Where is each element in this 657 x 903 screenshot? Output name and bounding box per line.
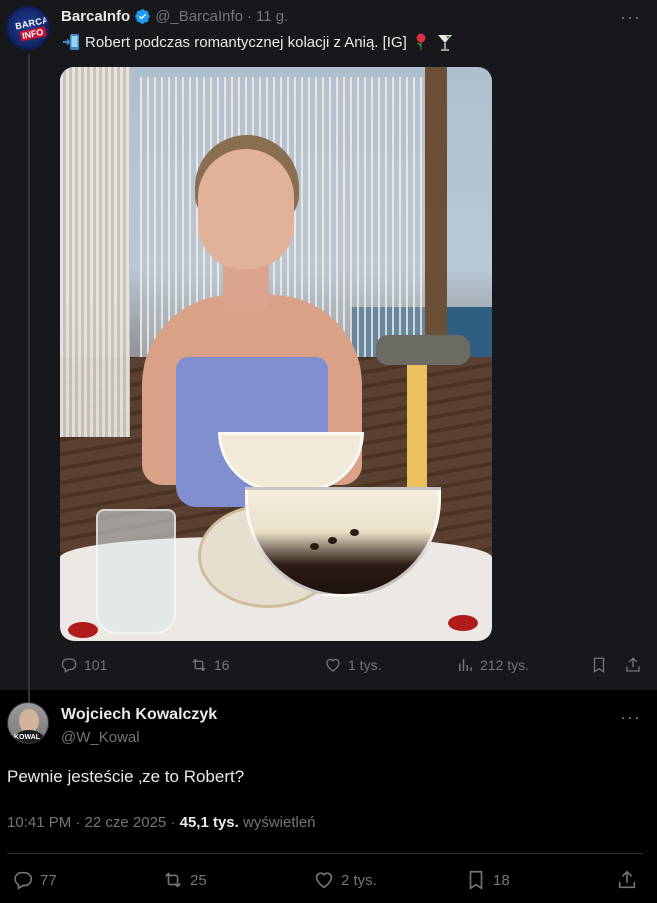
like-button[interactable]: 1 tys.: [324, 656, 381, 674]
heart-icon: [326, 658, 340, 672]
repost-icon: [165, 872, 181, 888]
photo-water-glass: [96, 509, 176, 634]
photo-coffee-bean: [350, 529, 359, 536]
views-button[interactable]: 212 tys.: [456, 656, 529, 674]
mobile-phone-arrow-icon: [61, 32, 81, 52]
tweet-actions: 101 16 1 tys. 212 tys.: [60, 656, 648, 676]
bookmark-button[interactable]: [590, 656, 608, 674]
share-button[interactable]: [616, 869, 638, 891]
reply-button[interactable]: 77: [12, 869, 57, 891]
views-chart-icon: [459, 659, 472, 671]
views-count: 45,1 tys.: [179, 814, 239, 831]
photo-rose-petal: [68, 622, 98, 638]
reply-count: 101: [84, 657, 108, 673]
repost-button[interactable]: 25: [162, 869, 207, 891]
tweet-text: Pewnie jesteście ‚ze to Robert?: [7, 767, 245, 786]
repost-button[interactable]: 16: [190, 656, 230, 674]
photo-person-face: [198, 149, 294, 269]
author-name[interactable]: BarcaInfo: [61, 8, 130, 25]
separator: ·: [246, 8, 252, 25]
tweet-body: Robert podczas romantycznej kolacji z An…: [85, 33, 407, 51]
reply-button[interactable]: 101: [60, 656, 107, 674]
tweet-meta: 10:41 PM · 22 cze 2025 · 45,1 tys. wyświ…: [7, 814, 316, 831]
tweet-time[interactable]: 11 g.: [256, 8, 288, 25]
photo-curtain-left: [60, 67, 130, 437]
photo-lamp-light: [407, 365, 427, 505]
photo-wooden-post: [425, 67, 447, 367]
views-label: wyświetleń: [243, 814, 316, 831]
more-options-icon[interactable]: ···: [620, 708, 641, 726]
author-handle[interactable]: @W_Kowal: [61, 729, 140, 746]
photo-rose-petal: [448, 615, 478, 631]
tweet-timestamp[interactable]: 10:41 PM · 22 cze 2025 ·: [7, 814, 175, 831]
share-icon: [618, 870, 636, 889]
share-button[interactable]: [624, 656, 642, 674]
cocktail-glass-icon: [435, 32, 455, 52]
verified-badge-icon: [135, 9, 150, 24]
tweet-media-photo[interactable]: [60, 67, 492, 641]
bookmark-button[interactable]: 18: [465, 869, 510, 891]
repost-icon: [192, 658, 206, 672]
tweet-header: BarcaInfo @_BarcaInfo · 11 g.: [61, 8, 288, 25]
avatar[interactable]: KOWAL: [7, 702, 49, 744]
tweet-text: Robert podczas romantycznej kolacji z An…: [61, 32, 455, 52]
author-name[interactable]: Wojciech Kowalczyk: [61, 706, 217, 724]
photo-lamp-shade: [376, 335, 470, 365]
views-count: 212 tys.: [480, 657, 530, 673]
avatar-label: KOWAL: [14, 734, 41, 741]
avatar[interactable]: BARCA INFO: [6, 6, 50, 50]
share-icon: [626, 657, 640, 672]
photo-coffee-bean: [328, 537, 337, 544]
rose-icon: [411, 32, 431, 52]
tweet-actions: 77 25 2 tys. 18: [0, 869, 657, 893]
more-options-icon[interactable]: ···: [620, 8, 641, 26]
bookmark-count: 18: [493, 871, 510, 889]
reply-count: 77: [40, 871, 57, 889]
heart-icon: [315, 872, 333, 889]
author-handle[interactable]: @_BarcaInfo: [155, 8, 243, 25]
reply-icon: [61, 658, 77, 673]
quoted-tweet[interactable]: BARCA INFO BarcaInfo @_BarcaInfo · 11 g.…: [0, 0, 657, 702]
thread-line: [28, 54, 30, 702]
like-count: 2 tys.: [341, 871, 377, 889]
bookmark-icon: [593, 657, 605, 674]
repost-count: 16: [214, 657, 230, 673]
reply-icon: [14, 871, 33, 890]
divider: [7, 853, 643, 854]
like-button[interactable]: 2 tys.: [313, 869, 377, 891]
photo-coffee-bean: [310, 543, 319, 550]
like-count: 1 tys.: [348, 657, 382, 673]
repost-count: 25: [190, 871, 207, 889]
bookmark-icon: [469, 870, 483, 890]
